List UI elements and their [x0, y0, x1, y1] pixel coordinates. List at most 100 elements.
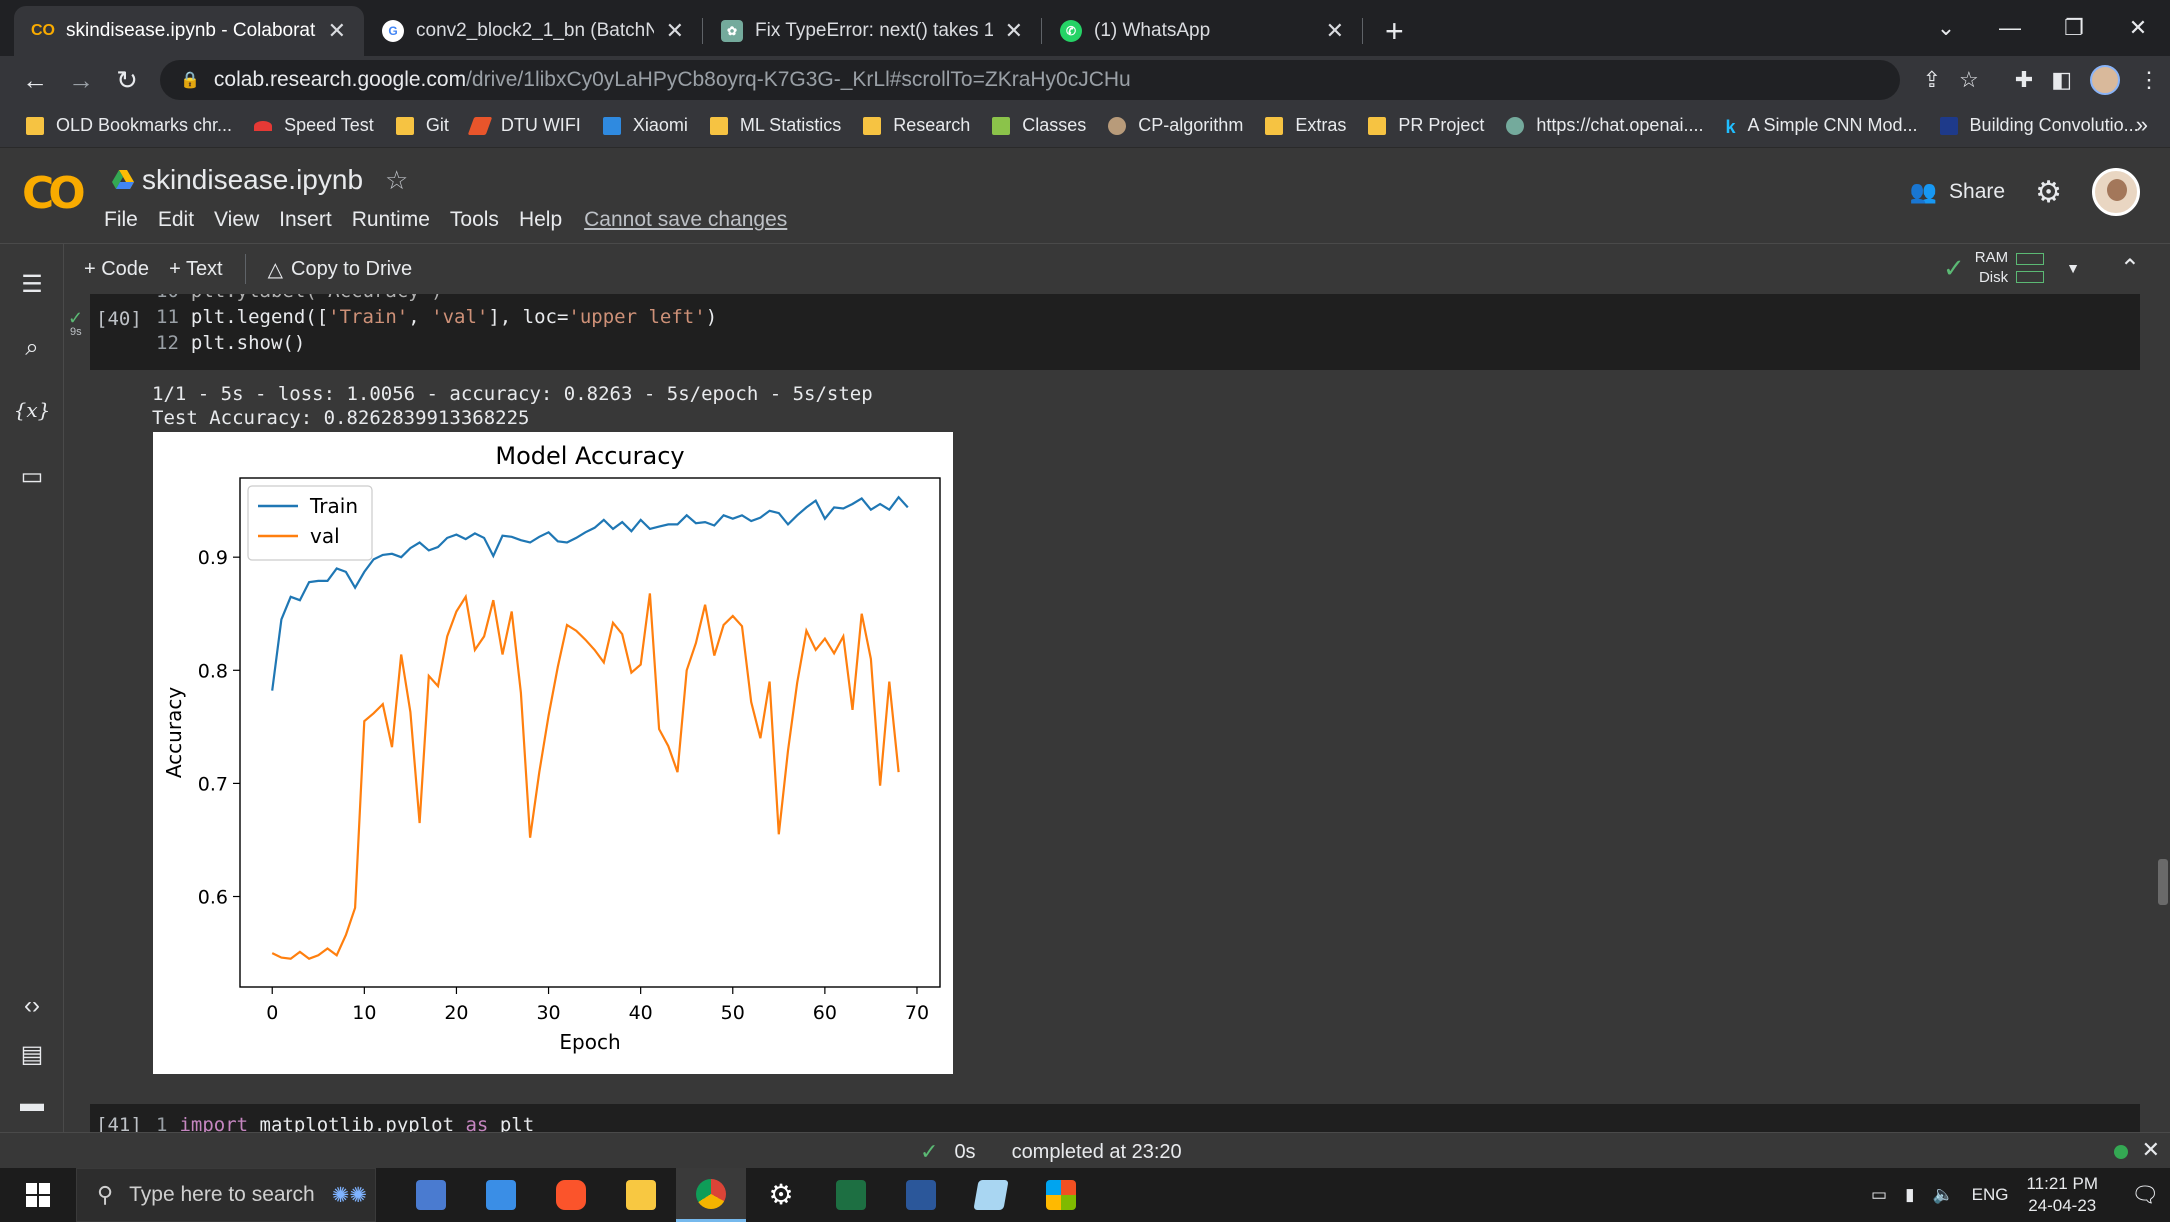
menu-file[interactable]: File — [104, 208, 138, 232]
side-panel-icon[interactable]: ◧ — [2051, 67, 2072, 93]
forward-icon[interactable]: → — [58, 65, 104, 96]
settings-app[interactable]: ⚙ — [746, 1168, 816, 1222]
restore-icon[interactable]: ❐ — [2042, 15, 2106, 41]
windows-taskbar: ⚲ Type here to search ✺✺ ⚙ ▭ ▮ 🔈 ENG 11:… — [0, 1168, 2170, 1222]
tab-batchnorm[interactable]: G conv2_block2_1_bn (BatchNorma ✕ — [364, 6, 702, 56]
bookmark-item[interactable]: DTU WIFI — [467, 115, 581, 136]
minimize-icon[interactable]: — — [1978, 15, 2042, 41]
menu-tools[interactable]: Tools — [450, 208, 499, 232]
copy-to-drive-button[interactable]: Copy to Drive — [291, 258, 412, 281]
language-indicator[interactable]: ENG — [1972, 1185, 2009, 1205]
menu-view[interactable]: View — [214, 208, 259, 232]
table-of-contents-icon[interactable]: ☰ — [0, 270, 64, 299]
back-icon[interactable]: ← — [12, 65, 58, 96]
cell-output-text: 1/1 - 5s - loss: 1.0056 - accuracy: 0.82… — [152, 382, 873, 430]
close-status-icon[interactable]: ✕ — [2142, 1137, 2160, 1163]
resource-monitor[interactable]: ✓ RAM Disk ▼ — [1943, 248, 2080, 288]
menu-runtime[interactable]: Runtime — [352, 208, 430, 232]
bookmark-label: CP-algorithm — [1138, 115, 1244, 135]
notification-icon[interactable]: 🗨 — [2120, 1182, 2170, 1208]
chrome-app[interactable] — [676, 1168, 746, 1222]
tab-chatgpt[interactable]: ✿ Fix TypeError: next() takes 1 posit ✕ — [703, 6, 1041, 56]
code-snippets-icon[interactable]: ‹› — [0, 992, 64, 1020]
bookmark-item[interactable]: https://chat.openai.... — [1506, 115, 1703, 136]
colab-logo[interactable]: CO — [22, 168, 86, 219]
bookmark-item[interactable]: Xiaomi — [602, 115, 688, 136]
cp-algo-icon — [1108, 116, 1127, 135]
bookmark-item[interactable]: Research — [863, 115, 970, 136]
share-button[interactable]: 👥 Share — [1910, 179, 2005, 205]
profile-avatar[interactable] — [2090, 65, 2120, 95]
volume-icon[interactable]: 🔈 — [1932, 1185, 1953, 1205]
close-window-icon[interactable]: ✕ — [2106, 15, 2170, 41]
bookmark-label: DTU WIFI — [500, 115, 581, 135]
code-cell[interactable]: ✓ 9s [40] 10plt.ylabel('Accuracy') 11plt… — [68, 294, 2140, 370]
store-app[interactable] — [1026, 1168, 1096, 1222]
taskbar-search[interactable]: ⚲ Type here to search ✺✺ — [76, 1168, 376, 1222]
bookmark-item[interactable]: Git — [395, 115, 449, 136]
calculator-app[interactable] — [396, 1168, 466, 1222]
bookmark-item[interactable]: Building Convolutio... — [1939, 115, 2139, 136]
menu-help[interactable]: Help — [519, 208, 562, 232]
code-string: 'Train' — [328, 306, 409, 328]
share-page-icon[interactable]: ⇪ — [1923, 67, 1941, 93]
menu-insert[interactable]: Insert — [279, 208, 332, 232]
close-tab-icon[interactable]: ✕ — [1326, 18, 1344, 44]
start-windows-icon[interactable] — [0, 1168, 76, 1222]
bookmark-star-icon[interactable]: ☆ — [1959, 67, 1979, 93]
add-code-button[interactable]: + Code — [84, 258, 149, 281]
variables-icon[interactable]: {x} — [0, 398, 64, 422]
bookmark-item[interactable]: ML Statistics — [709, 115, 841, 136]
close-tab-icon[interactable]: ✕ — [1005, 18, 1023, 44]
settings-gear-icon[interactable]: ⚙ — [2035, 175, 2062, 210]
add-text-button[interactable]: + Text — [169, 258, 223, 281]
tab-colab[interactable]: CO skindisease.ipynb - Colaboratory ✕ — [14, 6, 364, 56]
more-bookmarks-icon[interactable]: » — [2136, 112, 2148, 138]
url-path: /drive/1libxCy0yLaHPyCb8oyrq-K7G3G-_KrLl… — [466, 68, 1131, 91]
terminal-icon[interactable]: ▬ — [0, 1090, 64, 1118]
bookmark-item[interactable]: OLD Bookmarks chr... — [26, 115, 232, 136]
code-cell[interactable]: [41] 1 import matplotlib.pyplot as plt — [90, 1104, 2140, 1132]
clock[interactable]: 11:21 PM 24-04-23 — [2026, 1173, 2098, 1217]
url-input[interactable]: 🔒 colab.research.google.com/drive/1libxC… — [160, 60, 1900, 100]
tab-whatsapp[interactable]: ✆ (1) WhatsApp ✕ — [1042, 6, 1362, 56]
account-avatar[interactable] — [2092, 168, 2140, 216]
tab-search-chevron-icon[interactable]: ⌄ — [1914, 15, 1978, 41]
command-palette-icon[interactable]: ▤ — [0, 1040, 64, 1069]
code-text: plt.show() — [190, 332, 306, 354]
save-status-link[interactable]: Cannot save changes — [584, 208, 787, 232]
bookmark-item[interactable]: PR Project — [1368, 115, 1484, 136]
bookmark-item[interactable]: k A Simple CNN Mod... — [1725, 115, 1917, 137]
file-explorer-app[interactable] — [606, 1168, 676, 1222]
dropdown-caret-icon[interactable]: ▼ — [2066, 260, 2080, 276]
mail-app[interactable] — [466, 1168, 536, 1222]
more-menu-icon[interactable]: ⋮ — [2138, 67, 2160, 93]
brave-app[interactable] — [536, 1168, 606, 1222]
bookmark-item[interactable]: Speed Test — [254, 115, 374, 136]
bookmark-item[interactable]: CP-algorithm — [1108, 115, 1243, 136]
battery-icon[interactable]: ▮ — [1905, 1185, 1914, 1205]
lock-icon[interactable]: 🔒 — [180, 70, 200, 90]
network-icon[interactable]: ▭ — [1871, 1185, 1887, 1205]
bookmark-item[interactable]: Extras — [1265, 115, 1346, 136]
new-tab-button[interactable]: + — [1363, 6, 1426, 56]
bookmark-item[interactable]: Classes — [992, 115, 1086, 136]
notebook-title[interactable]: skindisease.ipynb — [142, 164, 363, 196]
scrollbar-thumb[interactable] — [2158, 859, 2168, 905]
excel-app[interactable] — [816, 1168, 886, 1222]
star-icon[interactable]: ☆ — [385, 165, 408, 196]
search-icon[interactable]: ⌕ — [0, 334, 64, 362]
extensions-puzzle-icon[interactable]: ✚ — [2015, 67, 2033, 93]
reload-icon[interactable]: ↻ — [104, 65, 150, 96]
close-tab-icon[interactable]: ✕ — [666, 18, 684, 44]
search-placeholder: Type here to search — [129, 1183, 315, 1206]
connection-status-dot — [2114, 1145, 2128, 1159]
collapse-header-icon[interactable]: ⌃ — [2120, 254, 2140, 283]
notes-app[interactable] — [956, 1168, 1026, 1222]
word-app[interactable] — [886, 1168, 956, 1222]
classroom-icon — [992, 116, 1011, 135]
folder-icon — [395, 116, 414, 135]
close-tab-icon[interactable]: ✕ — [328, 18, 346, 44]
menu-edit[interactable]: Edit — [158, 208, 194, 232]
files-folder-icon[interactable]: ▭ — [0, 462, 64, 491]
